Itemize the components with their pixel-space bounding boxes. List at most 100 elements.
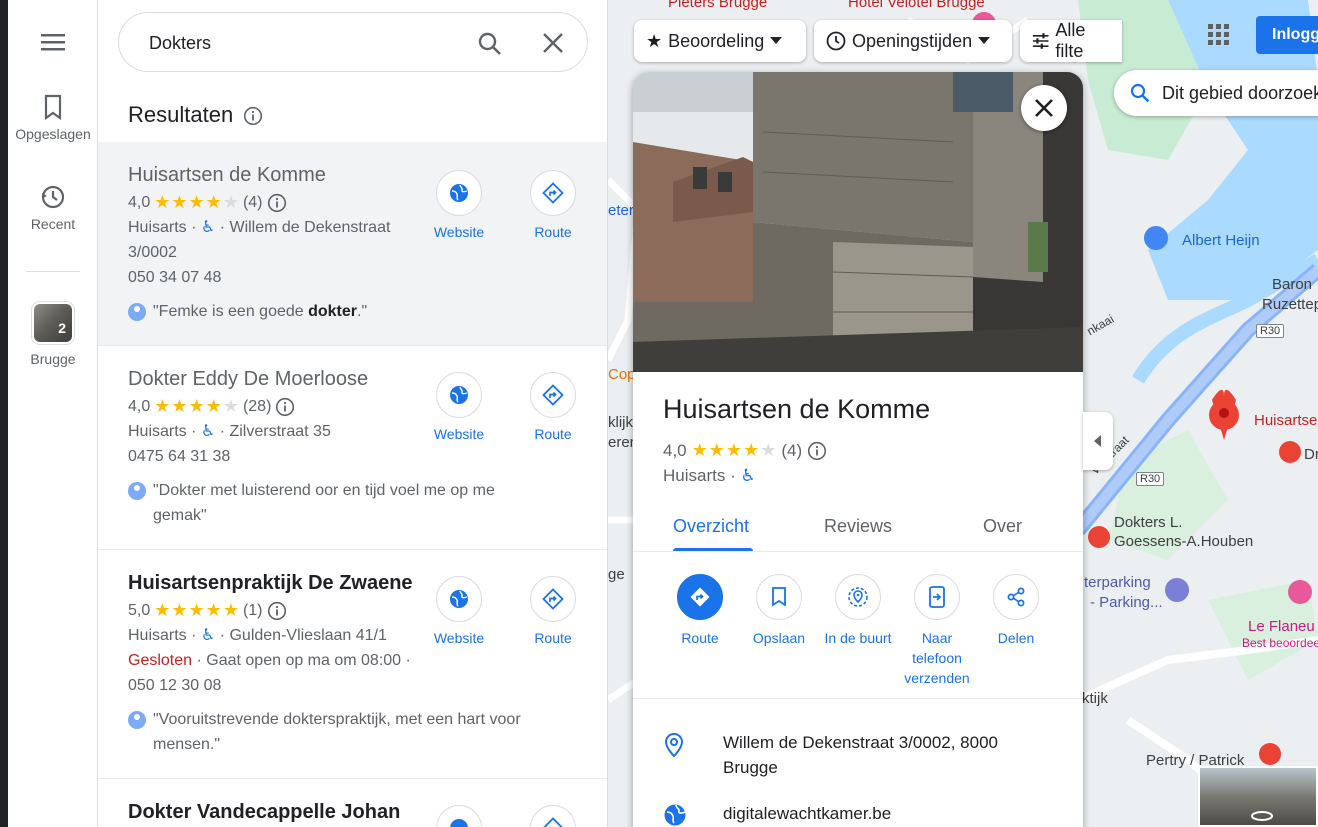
search-this-area-button[interactable]: Dit gebied doorzoek xyxy=(1114,70,1318,116)
menu-button[interactable] xyxy=(8,30,98,60)
street-view-icon xyxy=(1251,811,1273,821)
send-to-phone-action-button[interactable]: Naar telefoon verzenden xyxy=(897,574,977,688)
all-filters-chip[interactable]: Alle filte xyxy=(1020,20,1122,62)
star-empty-icon: ★ xyxy=(222,192,239,212)
results-panel: Resultaten Huisartsen de Komme 4,0 ★★★★★… xyxy=(98,0,608,827)
saved-button[interactable]: Opgeslagen xyxy=(8,94,98,142)
send-to-phone-icon xyxy=(929,586,945,608)
recent-place-label[interactable]: Brugge xyxy=(8,351,98,367)
map-label: Best beoordee xyxy=(1242,636,1318,650)
street-view-thumbnail[interactable] xyxy=(1198,766,1318,827)
tab-about[interactable]: Over xyxy=(983,516,1022,537)
route-action-button[interactable]: Route xyxy=(660,574,740,648)
star-filled-icon: ★ xyxy=(725,440,743,460)
wheelchair-icon: ♿ xyxy=(740,466,756,485)
website-button[interactable]: Website xyxy=(414,170,504,240)
clear-search-icon[interactable] xyxy=(541,31,565,60)
search-icon[interactable] xyxy=(477,31,503,62)
star-rating: ★ ★ ★ ★ ★ xyxy=(154,192,239,213)
star-filled-icon: ★ xyxy=(154,192,171,212)
info-icon[interactable] xyxy=(267,193,287,213)
collapse-panel-button[interactable] xyxy=(1083,412,1113,470)
map-label: ge xyxy=(608,566,625,583)
map-label[interactable]: - Parking... xyxy=(1090,594,1163,611)
share-action-button[interactable]: Delen xyxy=(976,574,1056,648)
result-card[interactable]: Dokter Eddy De Moerloose 4,0 ★ ★ ★ ★ ★ (28) … xyxy=(98,346,607,550)
search-box xyxy=(118,12,588,72)
route-button[interactable]: Route xyxy=(508,576,598,646)
map-label: Hotel Velotel Brugge xyxy=(848,0,985,11)
clock-icon xyxy=(826,31,846,51)
result-card[interactable]: Huisartsen de Komme 4,0 ★ ★ ★ ★ ★ (4) Huisar… xyxy=(98,142,607,346)
tab-overview[interactable]: Overzicht xyxy=(673,516,749,537)
dropdown-arrow-icon xyxy=(770,37,783,44)
result-name[interactable]: Dokter Vandecappelle Johan xyxy=(128,801,400,824)
rating-value: 4,0 xyxy=(128,193,151,211)
result-review-snippet: "Vooruitstrevende dokterspraktijk, met e… xyxy=(128,707,548,757)
result-card[interactable]: Huisartsenpraktijk De Zwaene 5,0 ★ ★ ★ ★ ★ (… xyxy=(98,550,607,779)
route-button[interactable]: Route xyxy=(508,372,598,442)
result-name[interactable]: Huisartsenpraktijk De Zwaene xyxy=(128,572,413,595)
directions-icon xyxy=(542,384,564,406)
route-button[interactable] xyxy=(508,805,598,827)
map-label: Cop xyxy=(608,366,636,383)
route-button[interactable]: Route xyxy=(508,170,598,240)
result-name[interactable]: Dokter Eddy De Moerloose xyxy=(128,368,368,391)
dropdown-arrow-icon xyxy=(978,37,991,44)
star-filled-icon: ★ xyxy=(222,600,239,620)
detail-tabs: Overzicht Reviews Over xyxy=(633,502,1083,552)
bookmark-icon xyxy=(44,94,62,120)
tab-reviews[interactable]: Reviews xyxy=(824,516,892,537)
rating-value: 4,0 xyxy=(663,440,687,460)
website-button[interactable]: Website xyxy=(414,372,504,442)
close-detail-button[interactable] xyxy=(1021,85,1067,131)
info-icon[interactable] xyxy=(275,397,295,417)
review-count[interactable]: (4) xyxy=(781,441,802,461)
hours-filter-chip[interactable]: Openingstijden xyxy=(814,20,1012,62)
map-label[interactable]: Albert Heijn xyxy=(1182,232,1260,249)
result-details: Huisarts · ♿ · Gulden-Vlieslaan 41/1 Ges… xyxy=(128,627,411,694)
website-button[interactable]: Website xyxy=(414,576,504,646)
nearby-action-button[interactable]: In de buurt xyxy=(818,574,898,648)
result-address: Zilverstraat 35 xyxy=(229,423,331,440)
rating-filter-chip[interactable]: ★ Beoordeling xyxy=(634,20,806,62)
result-phone: 050 34 07 48 xyxy=(128,269,222,286)
map-label: Pieters Brugge xyxy=(668,0,768,11)
map-label[interactable]: Le Flaneu xyxy=(1248,618,1315,635)
star-filled-icon: ★ xyxy=(188,396,205,416)
result-name[interactable]: Huisartsen de Komme xyxy=(128,164,326,187)
result-details: Huisarts · ♿ · Willem de Dekenstraat 3/0… xyxy=(128,219,391,286)
recent-button[interactable]: Recent xyxy=(8,184,98,232)
reviewer-avatar-icon xyxy=(128,303,146,321)
place-rating: 4,0 ★ ★ ★ ★ ★ (4) xyxy=(663,440,827,461)
place-photo[interactable] xyxy=(633,72,1083,372)
star-empty-icon: ★ xyxy=(760,440,777,460)
directions-icon xyxy=(690,587,710,607)
star-filled-icon: ★ xyxy=(171,192,188,212)
map-label[interactable]: Dokters L. xyxy=(1114,514,1182,531)
close-icon xyxy=(1035,99,1053,117)
review-count: (28) xyxy=(242,397,272,415)
map-label[interactable]: Goessens-A.Houben xyxy=(1114,533,1253,550)
search-input[interactable] xyxy=(149,30,449,56)
info-icon[interactable] xyxy=(243,106,263,126)
map-label[interactable]: terparking xyxy=(1084,574,1151,591)
info-icon[interactable] xyxy=(267,601,287,621)
divider xyxy=(633,698,1083,699)
star-filled-icon: ★ xyxy=(743,440,760,460)
map-label[interactable]: Huisartse xyxy=(1254,412,1317,429)
wheelchair-icon: ♿ xyxy=(200,423,216,440)
login-button[interactable]: Inlogg xyxy=(1256,16,1318,54)
star-filled-icon: ★ xyxy=(188,192,205,212)
save-action-button[interactable]: Opslaan xyxy=(739,574,819,648)
star-rating: ★ ★ ★ ★ ★ xyxy=(154,600,239,621)
result-phone: 050 12 30 08 xyxy=(128,677,222,694)
recent-place-thumbnail[interactable]: 2 xyxy=(32,302,74,344)
apps-grid-icon[interactable] xyxy=(1208,24,1230,51)
website-button[interactable] xyxy=(414,805,504,827)
road-number-sign: R30 xyxy=(1136,472,1165,486)
result-phone: 0475 64 31 38 xyxy=(128,448,231,465)
bookmark-icon xyxy=(772,587,786,607)
result-card[interactable]: Dokter Vandecappelle Johan xyxy=(98,779,607,827)
info-icon[interactable] xyxy=(807,441,827,461)
